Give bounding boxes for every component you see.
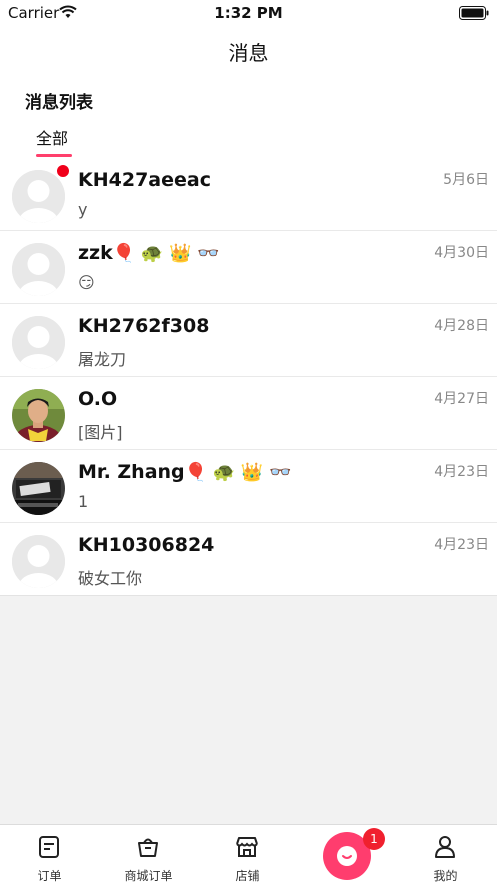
message-preview: 屠龙刀 — [78, 350, 127, 369]
message-row[interactable]: KH427aeeac y 5月6日 — [0, 158, 497, 231]
message-row[interactable]: zzk🎈 🐢 👑 👓 😏 4月30日 — [0, 231, 497, 304]
clock: 1:32 PM — [214, 4, 283, 22]
avatar — [12, 243, 65, 296]
contact-name: Mr. Zhang🎈 🐢 👑 👓 — [78, 461, 292, 483]
default-avatar-icon — [12, 170, 65, 223]
tab-bar: 订单 商城订单 店铺 我的 — [0, 824, 497, 884]
default-avatar-icon — [12, 316, 65, 369]
contact-name: KH10306824 — [78, 534, 215, 556]
avatar — [12, 462, 65, 515]
avatar — [12, 316, 65, 369]
avatar — [12, 389, 65, 442]
default-avatar-icon — [12, 535, 65, 588]
user-icon — [433, 835, 457, 863]
message-list: KH427aeeac y 5月6日 zzk🎈 🐢 👑 👓 😏 4月30日 KH2… — [0, 158, 497, 596]
tab-mall-orders[interactable]: 商城订单 — [99, 825, 198, 884]
tab-orders[interactable]: 订单 — [0, 825, 99, 884]
message-date: 5月6日 — [443, 172, 489, 188]
message-preview: 😏 — [78, 273, 95, 292]
message-date: 4月30日 — [434, 245, 489, 261]
message-row[interactable]: KH2762f308 屠龙刀 4月28日 — [0, 304, 497, 377]
tab-all[interactable]: 全部 — [36, 125, 68, 149]
avatar — [12, 164, 70, 223]
smile-icon — [337, 846, 357, 866]
section-title: 消息列表 — [25, 93, 93, 113]
message-row[interactable]: KH10306824 破女工你 4月23日 — [0, 523, 497, 596]
message-preview: 破女工你 — [78, 569, 143, 588]
tab-label: 订单 — [37, 869, 62, 883]
tab-label: 商城订单 — [124, 869, 173, 883]
name-emoji: 🎈 🐢 👑 👓 — [184, 462, 292, 483]
message-row[interactable]: Mr. Zhang🎈 🐢 👑 👓 1 4月23日 — [0, 450, 497, 523]
message-list-header: 消息列表 全部 — [0, 74, 497, 158]
message-preview: 1 — [78, 492, 89, 511]
default-avatar-icon — [12, 243, 65, 296]
navigation-bar: 消息 — [0, 26, 497, 74]
message-date: 4月23日 — [434, 464, 489, 480]
battery-icon — [459, 5, 489, 24]
avatar — [12, 535, 65, 588]
tab-store[interactable]: 店铺 — [198, 825, 297, 884]
status-bar: Carrier 1:32 PM — [0, 0, 497, 26]
name-emoji: 🎈 🐢 👑 👓 — [112, 243, 220, 264]
order-icon — [37, 835, 61, 863]
message-date: 4月23日 — [434, 537, 489, 553]
message-row[interactable]: O.O [图片] 4月27日 — [0, 377, 497, 450]
contact-name: KH2762f308 — [78, 315, 210, 337]
photo-avatar-person — [12, 389, 65, 442]
store-icon — [235, 835, 259, 863]
message-date: 4月28日 — [434, 318, 489, 334]
message-date: 4月27日 — [434, 391, 489, 407]
page-title: 消息 — [228, 41, 269, 65]
unread-dot — [56, 164, 70, 178]
notification-badge: 1 — [363, 828, 385, 850]
contact-name: O.O — [78, 388, 118, 410]
message-preview: y — [78, 200, 88, 219]
contact-name: zzk🎈 🐢 👑 👓 — [78, 242, 220, 264]
message-preview: [图片] — [78, 423, 123, 442]
tab-mine[interactable]: 我的 — [396, 825, 495, 884]
tab-label: 店铺 — [235, 869, 260, 883]
tab-active-indicator — [36, 154, 72, 157]
shopping-bag-icon — [136, 835, 160, 863]
contact-name: KH427aeeac — [78, 169, 211, 191]
tab-label: 我的 — [433, 869, 458, 883]
photo-avatar-desk — [12, 462, 65, 515]
